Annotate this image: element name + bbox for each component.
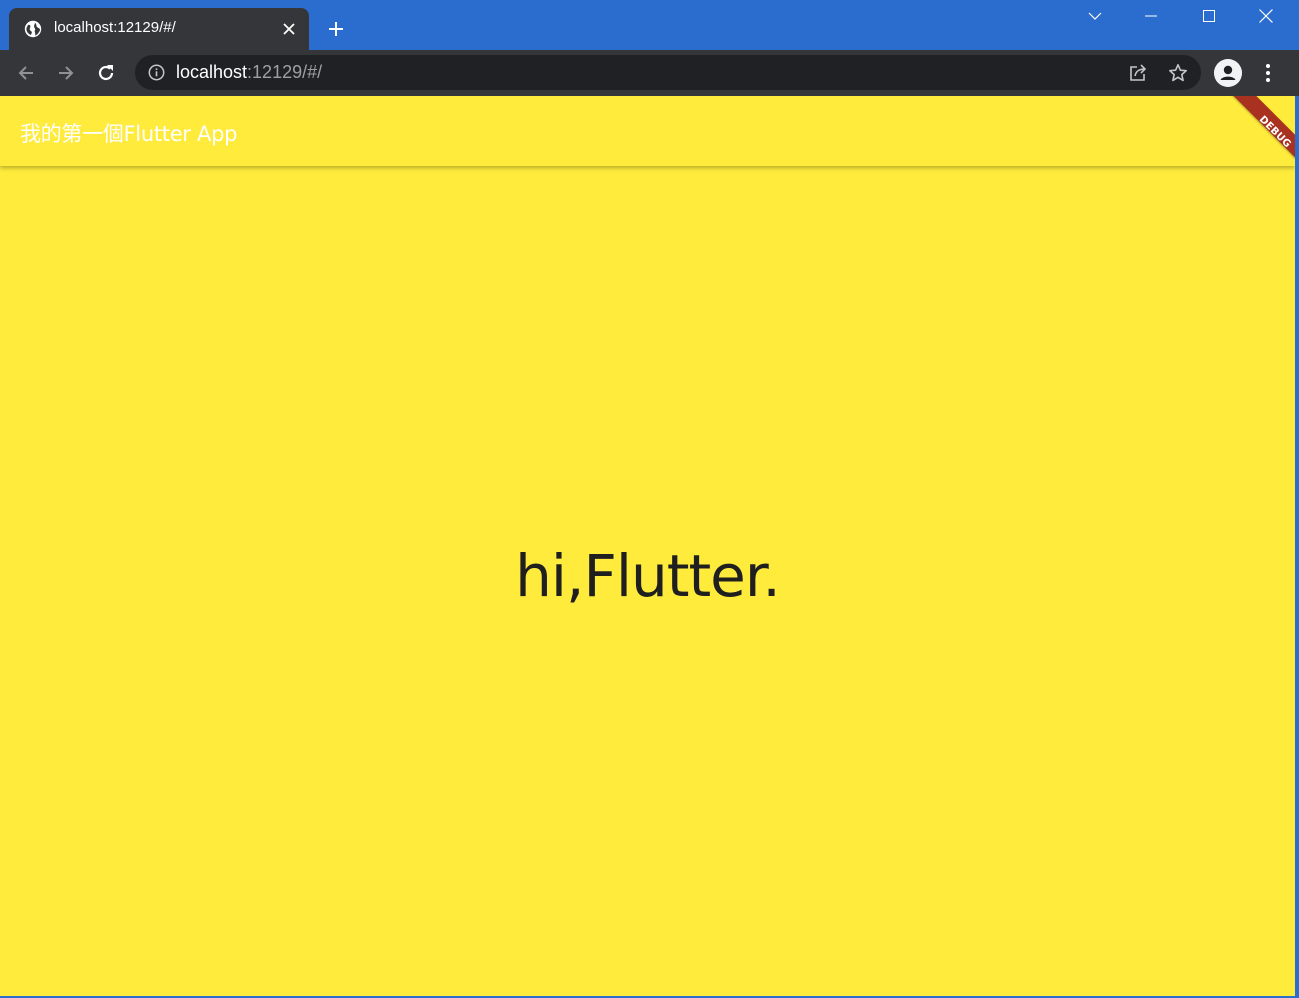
address-bar[interactable]: localhost:12129/#/	[135, 55, 1201, 90]
share-icon[interactable]	[1127, 62, 1149, 84]
new-tab-icon[interactable]	[324, 17, 348, 41]
browser-tabstrip: localhost:12129/#/	[0, 0, 1299, 50]
flutter-app: 我的第一個Flutter App hi,Flutter. DEBUG	[0, 96, 1295, 996]
menu-icon[interactable]	[1256, 59, 1280, 87]
url-path: :12129/#/	[247, 62, 323, 82]
maximize-icon[interactable]	[1180, 0, 1238, 32]
center-text: hi,Flutter.	[515, 542, 781, 610]
tab-title: localhost:12129/#/	[54, 19, 176, 36]
close-window-icon[interactable]	[1237, 0, 1295, 32]
globe-icon	[24, 20, 42, 38]
tab-search-icon[interactable]	[1066, 0, 1124, 32]
close-tab-icon[interactable]	[280, 20, 298, 38]
browser-tab[interactable]: localhost:12129/#/	[9, 8, 309, 50]
browser-toolbar: localhost:12129/#/	[0, 50, 1299, 96]
info-icon[interactable]	[148, 64, 165, 81]
reload-icon[interactable]	[92, 59, 120, 87]
app-bar-title: 我的第一個Flutter App	[20, 122, 238, 146]
url-host: localhost	[176, 62, 248, 82]
forward-icon[interactable]	[52, 59, 80, 87]
star-icon[interactable]	[1167, 62, 1189, 84]
back-icon[interactable]	[12, 59, 40, 87]
profile-icon[interactable]	[1214, 59, 1242, 87]
minimize-icon[interactable]	[1122, 0, 1180, 32]
window-border-right	[1295, 96, 1299, 998]
address-url: localhost:12129/#/	[176, 62, 322, 83]
app-bar: 我的第一個Flutter App	[0, 96, 1295, 166]
